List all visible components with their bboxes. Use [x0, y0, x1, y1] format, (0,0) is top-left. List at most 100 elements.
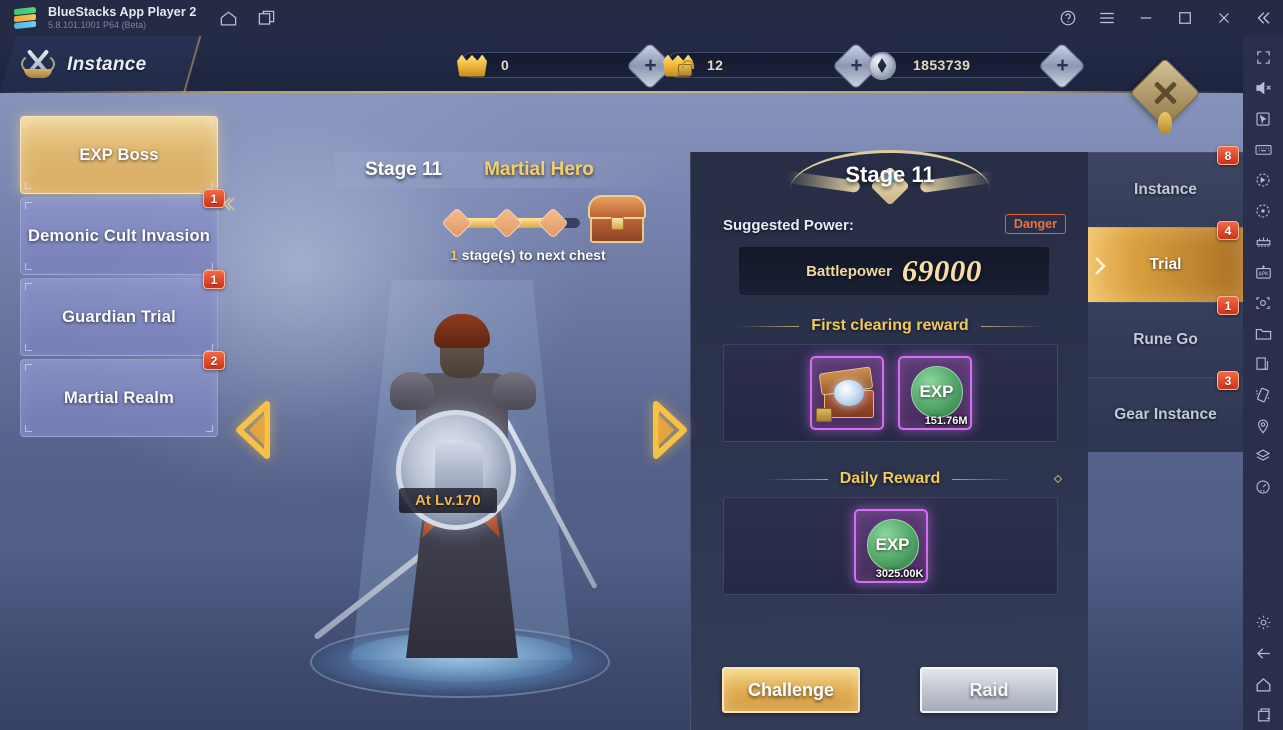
right-nav-badge: 1 — [1217, 296, 1239, 315]
right-nav-item-trial[interactable]: Trial 4 — [1088, 221, 1243, 302]
battlepower-value: 69000 — [901, 253, 982, 288]
menu-item-guardian-trial[interactable]: Guardian Trial 1 — [20, 270, 225, 356]
location-icon[interactable] — [1248, 415, 1278, 436]
challenge-button[interactable]: Challenge — [722, 667, 860, 713]
gamepad-icon[interactable] — [1248, 231, 1278, 252]
bluestacks-logo-icon — [14, 7, 36, 29]
sword-right — [504, 419, 598, 590]
daily-reward-box: EXP 3025.00K — [723, 497, 1058, 595]
previous-stage-arrow[interactable] — [233, 400, 273, 460]
menu-badge: 2 — [203, 351, 225, 370]
menu-item-exp-boss[interactable]: EXP Boss — [20, 116, 218, 194]
tassel-decoration — [1158, 112, 1172, 134]
currency-bar: 0 + 12 + 1853739 + — [457, 36, 1087, 93]
right-nav-badge: 8 — [1217, 146, 1239, 165]
home-icon[interactable] — [1248, 674, 1278, 695]
title-bar: BlueStacks App Player 2 5.8.101.1001 P64… — [0, 0, 1283, 36]
daily-reward-item-exp[interactable]: EXP 3025.00K — [853, 509, 928, 583]
app-title: BlueStacks App Player 2 — [48, 4, 197, 19]
menu-item-label: Demonic Cult Invasion — [27, 226, 211, 245]
stage-number: Stage 11 — [365, 159, 443, 180]
battlepower-box: Battlepower 69000 — [739, 247, 1049, 295]
character-display — [300, 256, 630, 706]
close-diamond-button[interactable] — [1128, 57, 1201, 136]
plus-icon: + — [644, 53, 657, 77]
first-clearing-reward-divider: First clearing reward — [691, 317, 1089, 335]
right-nav-label: Rune Go — [1133, 331, 1198, 348]
app-title-group: BlueStacks App Player 2 5.8.101.1001 P64… — [48, 4, 197, 31]
raid-button[interactable]: Raid — [920, 667, 1058, 713]
reward-chest-icon[interactable] — [586, 191, 648, 245]
character-shoulder-left — [390, 372, 434, 410]
currency-silver-gem: 1853739 + — [868, 41, 1087, 90]
copy-icon[interactable] — [1248, 354, 1278, 375]
plus-icon: + — [1056, 53, 1069, 77]
progress-node — [441, 207, 473, 239]
install-apk-icon[interactable]: APK — [1248, 262, 1278, 283]
window-controls — [1058, 0, 1273, 36]
stage-rank: Martial Hero — [484, 159, 594, 180]
right-nav-item-rune-go[interactable]: Rune Go 1 — [1088, 296, 1243, 377]
danger-badge: Danger — [1004, 214, 1066, 234]
screenshot-icon[interactable] — [1248, 293, 1278, 314]
cursor-icon[interactable] — [1248, 108, 1278, 129]
currency-locked-gold-ingot: 12 + — [663, 41, 881, 90]
battlepower-label: Battlepower — [806, 262, 892, 280]
right-nav-badge: 3 — [1217, 371, 1239, 390]
keyboard-icon[interactable] — [1248, 139, 1278, 160]
right-nav-item-instance[interactable]: Instance 8 — [1088, 146, 1243, 227]
right-nav: Instance 8 Trial 4 Rune Go 1 Gear Instan… — [1088, 146, 1243, 452]
panel-action-buttons: Challenge Raid — [691, 667, 1089, 713]
daily-reward-divider: Daily Reward — [691, 470, 1089, 488]
menu-icon[interactable] — [1097, 8, 1117, 28]
left-menu: EXP Boss Demonic Cult Invasion 1 Guardia… — [20, 116, 225, 440]
chest-progress-track — [441, 207, 580, 239]
collapse-sidebar-icon[interactable] — [1253, 8, 1273, 28]
fullscreen-icon[interactable] — [1248, 47, 1278, 68]
add-silver-button[interactable]: + — [1037, 41, 1087, 90]
menu-item-martial-realm[interactable]: Martial Realm 2 — [20, 351, 225, 437]
layers-icon[interactable] — [1248, 446, 1278, 467]
instance-title: Instance — [67, 53, 147, 75]
reward-quantity: 151.76M — [924, 415, 968, 427]
exp-orb-icon: EXP — [910, 366, 963, 418]
home-icon[interactable] — [218, 8, 238, 28]
chest-progress-count: 1 — [450, 247, 458, 263]
rotate-right-icon[interactable] — [1248, 200, 1278, 221]
first-clearing-reward-label: First clearing reward — [811, 317, 969, 334]
chest-progress-suffix: stage(s) to next chest — [461, 247, 606, 263]
menu-item-label: Guardian Trial — [62, 307, 176, 326]
first-clearing-reward-box: EXP 151.76M — [723, 344, 1058, 442]
minimize-icon[interactable] — [1136, 8, 1156, 28]
settings-icon[interactable] — [1248, 612, 1278, 633]
crossed-swords-icon — [18, 45, 58, 85]
treasure-chest-item-icon — [815, 366, 878, 422]
bluestacks-sidebar: APK — [1243, 36, 1283, 730]
reward-item-treasure-chest[interactable] — [809, 356, 884, 430]
multi-instance-icon[interactable] — [256, 8, 276, 28]
menu-item-demonic-cult-invasion[interactable]: Demonic Cult Invasion 1 — [20, 189, 225, 275]
reward-item-exp[interactable]: EXP 151.76M — [897, 356, 972, 430]
folder-icon[interactable] — [1248, 323, 1278, 344]
mute-icon[interactable] — [1248, 78, 1278, 99]
locked-gold-ingot-icon — [659, 48, 695, 84]
rotate-left-icon[interactable] — [1248, 170, 1278, 191]
menu-item-label: Martial Realm — [64, 388, 174, 407]
next-stage-arrow[interactable] — [650, 400, 690, 460]
panel-stage-title: Stage 11 — [845, 162, 935, 187]
silver-gem-icon — [865, 48, 901, 84]
stage-header-bar: Stage 11 Martial Hero — [335, 152, 680, 188]
right-nav-item-gear-instance[interactable]: Gear Instance 3 — [1088, 371, 1243, 452]
exp-orb-icon: EXP — [866, 519, 919, 571]
back-icon[interactable] — [1248, 643, 1278, 664]
maximize-icon[interactable] — [1175, 8, 1195, 28]
recents-icon[interactable] — [1248, 704, 1278, 725]
collapse-menu-icon[interactable] — [220, 194, 236, 214]
plus-icon: + — [850, 53, 863, 77]
gauge-icon[interactable] — [1248, 477, 1278, 498]
instance-header: Instance — [18, 36, 147, 93]
close-icon[interactable] — [1214, 8, 1234, 28]
shake-icon[interactable] — [1248, 385, 1278, 406]
help-icon[interactable] — [1058, 8, 1078, 28]
character-shoulder-right — [492, 372, 536, 410]
